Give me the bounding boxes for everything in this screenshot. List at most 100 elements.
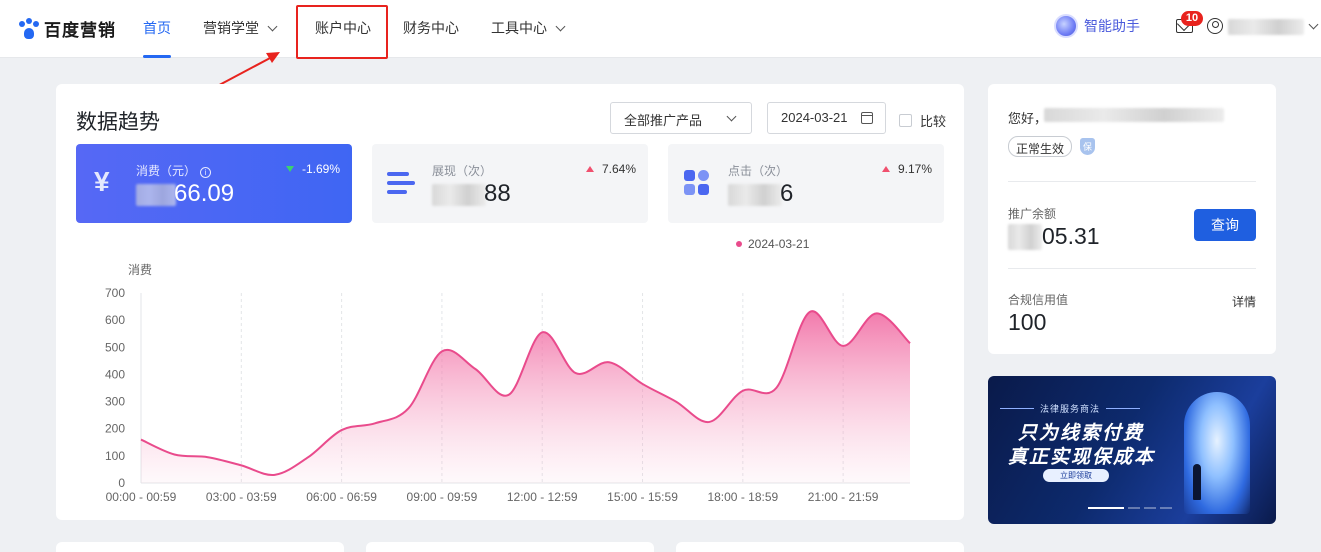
x-tick-label: 15:00 - 15:59: [607, 490, 678, 504]
chevron-down-icon[interactable]: [1308, 19, 1319, 30]
x-tick-label: 06:00 - 06:59: [306, 490, 377, 504]
balance-value: 05.31: [1042, 223, 1100, 249]
redacted-value: [136, 184, 176, 206]
data-point: [441, 350, 443, 352]
bottom-card-2: [366, 542, 654, 552]
data-point: [842, 345, 844, 347]
data-point: [374, 422, 376, 424]
data-point: [574, 372, 576, 374]
x-tick-label: 21:00 - 21:59: [808, 490, 879, 504]
nav-marketing-school-label: 营销学堂: [203, 20, 259, 36]
x-tick-label: 18:00 - 18:59: [707, 490, 778, 504]
up-arrow-icon: [585, 166, 594, 172]
data-point: [207, 456, 209, 458]
nav-finance-center[interactable]: 财务中心: [403, 18, 459, 58]
logo-text: 百度营销: [44, 21, 116, 40]
data-point: [407, 407, 409, 409]
detail-link[interactable]: 详情: [1232, 293, 1256, 310]
compare-checkbox[interactable]: [899, 114, 912, 127]
data-point: [240, 464, 242, 466]
bottom-card-1: [56, 542, 344, 552]
yuan-icon: ¥: [94, 166, 110, 197]
x-tick-label: 12:00 - 12:59: [507, 490, 578, 504]
metric-clicks-label: 点击（次）: [728, 164, 789, 178]
banner-headline-2: 真正实现保成本: [1008, 447, 1156, 468]
data-point: [875, 312, 877, 314]
nav-tool-center-label: 工具中心: [491, 20, 547, 36]
y-tick-label: 300: [105, 395, 125, 409]
promo-banner[interactable]: 法律服务商法 只为线索付费 真正实现保成本 立即领取: [988, 376, 1276, 524]
divider: [1008, 268, 1256, 269]
y-tick-label: 0: [118, 476, 125, 490]
x-tick-label: 09:00 - 09:59: [407, 490, 478, 504]
balance-redacted: [1008, 224, 1042, 250]
data-point: [608, 361, 610, 363]
baidu-marketing-logo[interactable]: 百度营销: [18, 16, 116, 41]
data-point: [173, 453, 175, 455]
data-point: [775, 387, 777, 389]
chevron-down-icon: [267, 21, 278, 32]
metric-clicks-value: 6: [780, 180, 794, 207]
query-button[interactable]: 查询: [1194, 209, 1256, 241]
metric-impressions-label: 展现（次）: [432, 164, 493, 178]
data-point: [742, 390, 744, 392]
status-badge: 正常生效: [1008, 136, 1073, 157]
metric-clicks[interactable]: 点击（次） 9.17% 6: [668, 144, 944, 223]
data-point: [474, 368, 476, 370]
data-point: [307, 456, 309, 458]
credit-label: 合规信用值: [1008, 293, 1069, 307]
compare-toggle[interactable]: 比较: [899, 111, 946, 130]
nav-home-label: 首页: [143, 20, 171, 36]
data-point: [274, 474, 276, 476]
data-point: [675, 400, 677, 402]
chart-legend[interactable]: 2024-03-21: [736, 237, 809, 251]
compare-label: 比较: [920, 114, 947, 129]
assistant-label: 智能助手: [1084, 18, 1140, 34]
balance-label: 推广余额: [1008, 207, 1057, 221]
spend-trend-chart[interactable]: 消费 0 100 200 300 400 500 600 700 00:00 - 00:59 03:…: [56, 256, 964, 520]
data-trend-card: 数据趋势 全部推广产品 2024-03-21 比较 ¥ 消费（元） i -1.69…: [56, 84, 964, 520]
data-point: [140, 438, 142, 440]
message-count-badge: 10: [1181, 11, 1203, 26]
product-select[interactable]: 全部推广产品: [610, 102, 752, 134]
divider: [1008, 181, 1256, 182]
data-point: [508, 394, 510, 396]
calendar-icon: [861, 112, 873, 124]
down-arrow-icon: [285, 166, 294, 172]
carousel-indicators[interactable]: [1088, 507, 1176, 509]
data-point: [808, 311, 810, 313]
date-picker[interactable]: 2024-03-21: [767, 102, 886, 134]
page-title: 数据趋势: [76, 111, 160, 134]
logo-icon: [18, 17, 40, 40]
banner-headline-1: 只为线索付费: [1018, 423, 1145, 444]
shield-icon[interactable]: [1080, 138, 1095, 155]
redacted-value: [728, 184, 782, 206]
data-point: [541, 331, 543, 333]
chevron-down-icon: [726, 111, 737, 122]
info-icon[interactable]: i: [200, 167, 212, 178]
legend-label: 2024-03-21: [748, 237, 810, 251]
user-icon[interactable]: [1207, 18, 1223, 34]
metric-impressions-change: 7.64%: [585, 162, 636, 176]
nav-tool-center[interactable]: 工具中心: [491, 18, 566, 58]
chevron-down-icon: [555, 21, 566, 32]
y-tick-label: 700: [105, 286, 125, 300]
username-redacted[interactable]: [1228, 19, 1304, 35]
metric-impressions[interactable]: 展现（次） 7.64% 88: [372, 144, 648, 223]
assistant-icon: [1054, 14, 1078, 38]
highlight-box: [296, 5, 388, 59]
y-tick-label: 500: [105, 340, 125, 354]
bottom-card-3: [676, 542, 964, 552]
credit-value: 100: [1008, 309, 1047, 335]
up-arrow-icon: [881, 166, 890, 172]
y-tick-label: 200: [105, 422, 125, 436]
legend-dot-icon: [736, 241, 742, 247]
product-select-value: 全部推广产品: [624, 113, 703, 128]
y-tick-label: 100: [105, 449, 125, 463]
smart-assistant-button[interactable]: 智能助手: [1054, 14, 1140, 38]
metric-spend[interactable]: ¥ 消费（元） i -1.69% 66.09: [76, 144, 352, 223]
banner-cta-button[interactable]: 立即领取: [1043, 469, 1109, 482]
banner-subtitle: 法律服务商法: [999, 404, 1141, 414]
greeting-text: 您好，: [1008, 111, 1048, 126]
nav-home[interactable]: 首页: [143, 18, 171, 58]
